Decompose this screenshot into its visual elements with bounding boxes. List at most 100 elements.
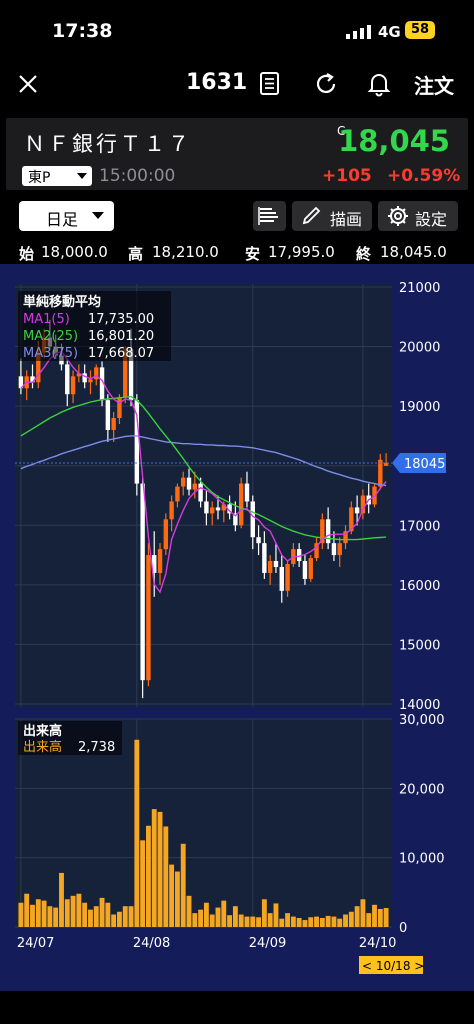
volume-bar[interactable] (209, 914, 215, 927)
period-select[interactable]: 日足 (19, 201, 114, 231)
volume-bar[interactable] (250, 916, 256, 927)
volume-bar[interactable] (238, 914, 244, 927)
candle-body[interactable] (209, 507, 215, 514)
volume-bar[interactable] (93, 906, 99, 927)
volume-bar[interactable] (128, 906, 134, 927)
volume-bar[interactable] (314, 916, 319, 927)
volume-bar[interactable] (308, 917, 314, 927)
volume-bar[interactable] (82, 902, 88, 927)
volume-bar[interactable] (145, 825, 151, 927)
order-button[interactable]: 注文 (414, 70, 454, 99)
volume-bar[interactable] (59, 872, 64, 927)
volume-bar[interactable] (174, 871, 180, 927)
candle-body[interactable] (146, 555, 151, 681)
volume-bar[interactable] (337, 918, 343, 927)
candle-body[interactable] (279, 566, 284, 591)
volume-bar[interactable] (186, 895, 192, 927)
candle-body[interactable] (157, 549, 163, 573)
candle-body[interactable] (117, 397, 122, 419)
candle-body[interactable] (140, 483, 145, 681)
volume-bar[interactable] (70, 895, 76, 927)
volume-bar[interactable] (227, 915, 233, 927)
volume-bar[interactable] (111, 914, 117, 927)
candle-body[interactable] (238, 483, 244, 526)
volume-bar[interactable] (348, 911, 354, 927)
volume-bar[interactable] (360, 899, 366, 927)
candle-body[interactable] (181, 477, 186, 487)
volume-bar[interactable] (372, 904, 377, 927)
candle-body[interactable] (111, 418, 116, 430)
candle-body[interactable] (105, 400, 111, 430)
candle-body[interactable] (175, 486, 180, 502)
volume-bar[interactable] (157, 811, 163, 927)
indicator-button[interactable] (253, 201, 286, 231)
volume-bar[interactable] (76, 893, 82, 927)
candle-body[interactable] (204, 501, 209, 514)
volume-bar[interactable] (64, 899, 70, 927)
volume-bar[interactable] (18, 902, 24, 927)
bell-icon[interactable] (367, 71, 391, 97)
volume-bar[interactable] (134, 739, 140, 927)
volume-bar[interactable] (117, 911, 122, 927)
volume-bar[interactable] (24, 893, 30, 927)
close-icon[interactable] (18, 74, 38, 94)
candle-body[interactable] (354, 507, 360, 514)
candle-body[interactable] (82, 373, 87, 383)
volume-bar[interactable] (151, 809, 157, 927)
volume-bar[interactable] (105, 902, 111, 927)
volume-bar[interactable] (377, 908, 383, 927)
refresh-icon[interactable] (314, 72, 338, 96)
volume-bar[interactable] (256, 917, 262, 927)
candle-body[interactable] (285, 564, 290, 591)
candle-body[interactable] (163, 519, 169, 550)
candle-body[interactable] (325, 519, 331, 544)
volume-bar[interactable] (163, 826, 169, 927)
volume-bar[interactable] (319, 917, 325, 927)
candlestick-chart[interactable]: 2100020000190001800017000160001500014000… (0, 264, 474, 991)
volume-bar[interactable] (88, 909, 93, 927)
volume-bar[interactable] (221, 900, 227, 927)
volume-bar[interactable] (273, 903, 279, 927)
candle-body[interactable] (267, 561, 273, 573)
candle-body[interactable] (88, 379, 93, 383)
candle-body[interactable] (215, 507, 221, 511)
candle-body[interactable] (198, 483, 203, 502)
volume-bar[interactable] (192, 913, 198, 927)
document-icon[interactable] (259, 72, 281, 96)
volume-bar[interactable] (354, 906, 360, 927)
candle-body[interactable] (262, 543, 267, 573)
settings-button[interactable]: 設定 (378, 201, 458, 231)
candle-body[interactable] (169, 501, 174, 520)
volume-bar[interactable] (140, 840, 146, 927)
volume-bar[interactable] (232, 906, 238, 927)
volume-bar[interactable] (244, 916, 250, 927)
volume-bar[interactable] (296, 917, 302, 927)
volume-bar[interactable] (41, 900, 47, 927)
candle-body[interactable] (337, 543, 342, 556)
candle-body[interactable] (256, 537, 261, 544)
volume-bar[interactable] (343, 914, 348, 927)
draw-button[interactable]: 描画 (292, 201, 372, 231)
candle-body[interactable] (192, 483, 198, 490)
candle-body[interactable] (70, 376, 76, 395)
volume-bar[interactable] (35, 899, 41, 927)
volume-bar[interactable] (198, 909, 204, 927)
candle-body[interactable] (308, 558, 313, 579)
volume-bar[interactable] (267, 913, 273, 927)
candle-body[interactable] (65, 364, 70, 395)
volume-bar[interactable] (383, 908, 389, 927)
volume-bar[interactable] (290, 916, 296, 927)
volume-bar[interactable] (285, 913, 290, 927)
volume-bar[interactable] (47, 906, 53, 927)
volume-bar[interactable] (122, 906, 128, 927)
volume-bar[interactable] (366, 913, 372, 927)
candle-body[interactable] (250, 501, 255, 538)
candle-body[interactable] (273, 561, 279, 567)
volume-bar[interactable] (53, 907, 59, 927)
volume-bar[interactable] (302, 920, 308, 927)
volume-bar[interactable] (203, 902, 209, 927)
volume-bar[interactable] (261, 899, 267, 927)
candle-body[interactable] (244, 483, 250, 502)
candle-body[interactable] (331, 543, 337, 556)
volume-bar[interactable] (331, 916, 337, 927)
